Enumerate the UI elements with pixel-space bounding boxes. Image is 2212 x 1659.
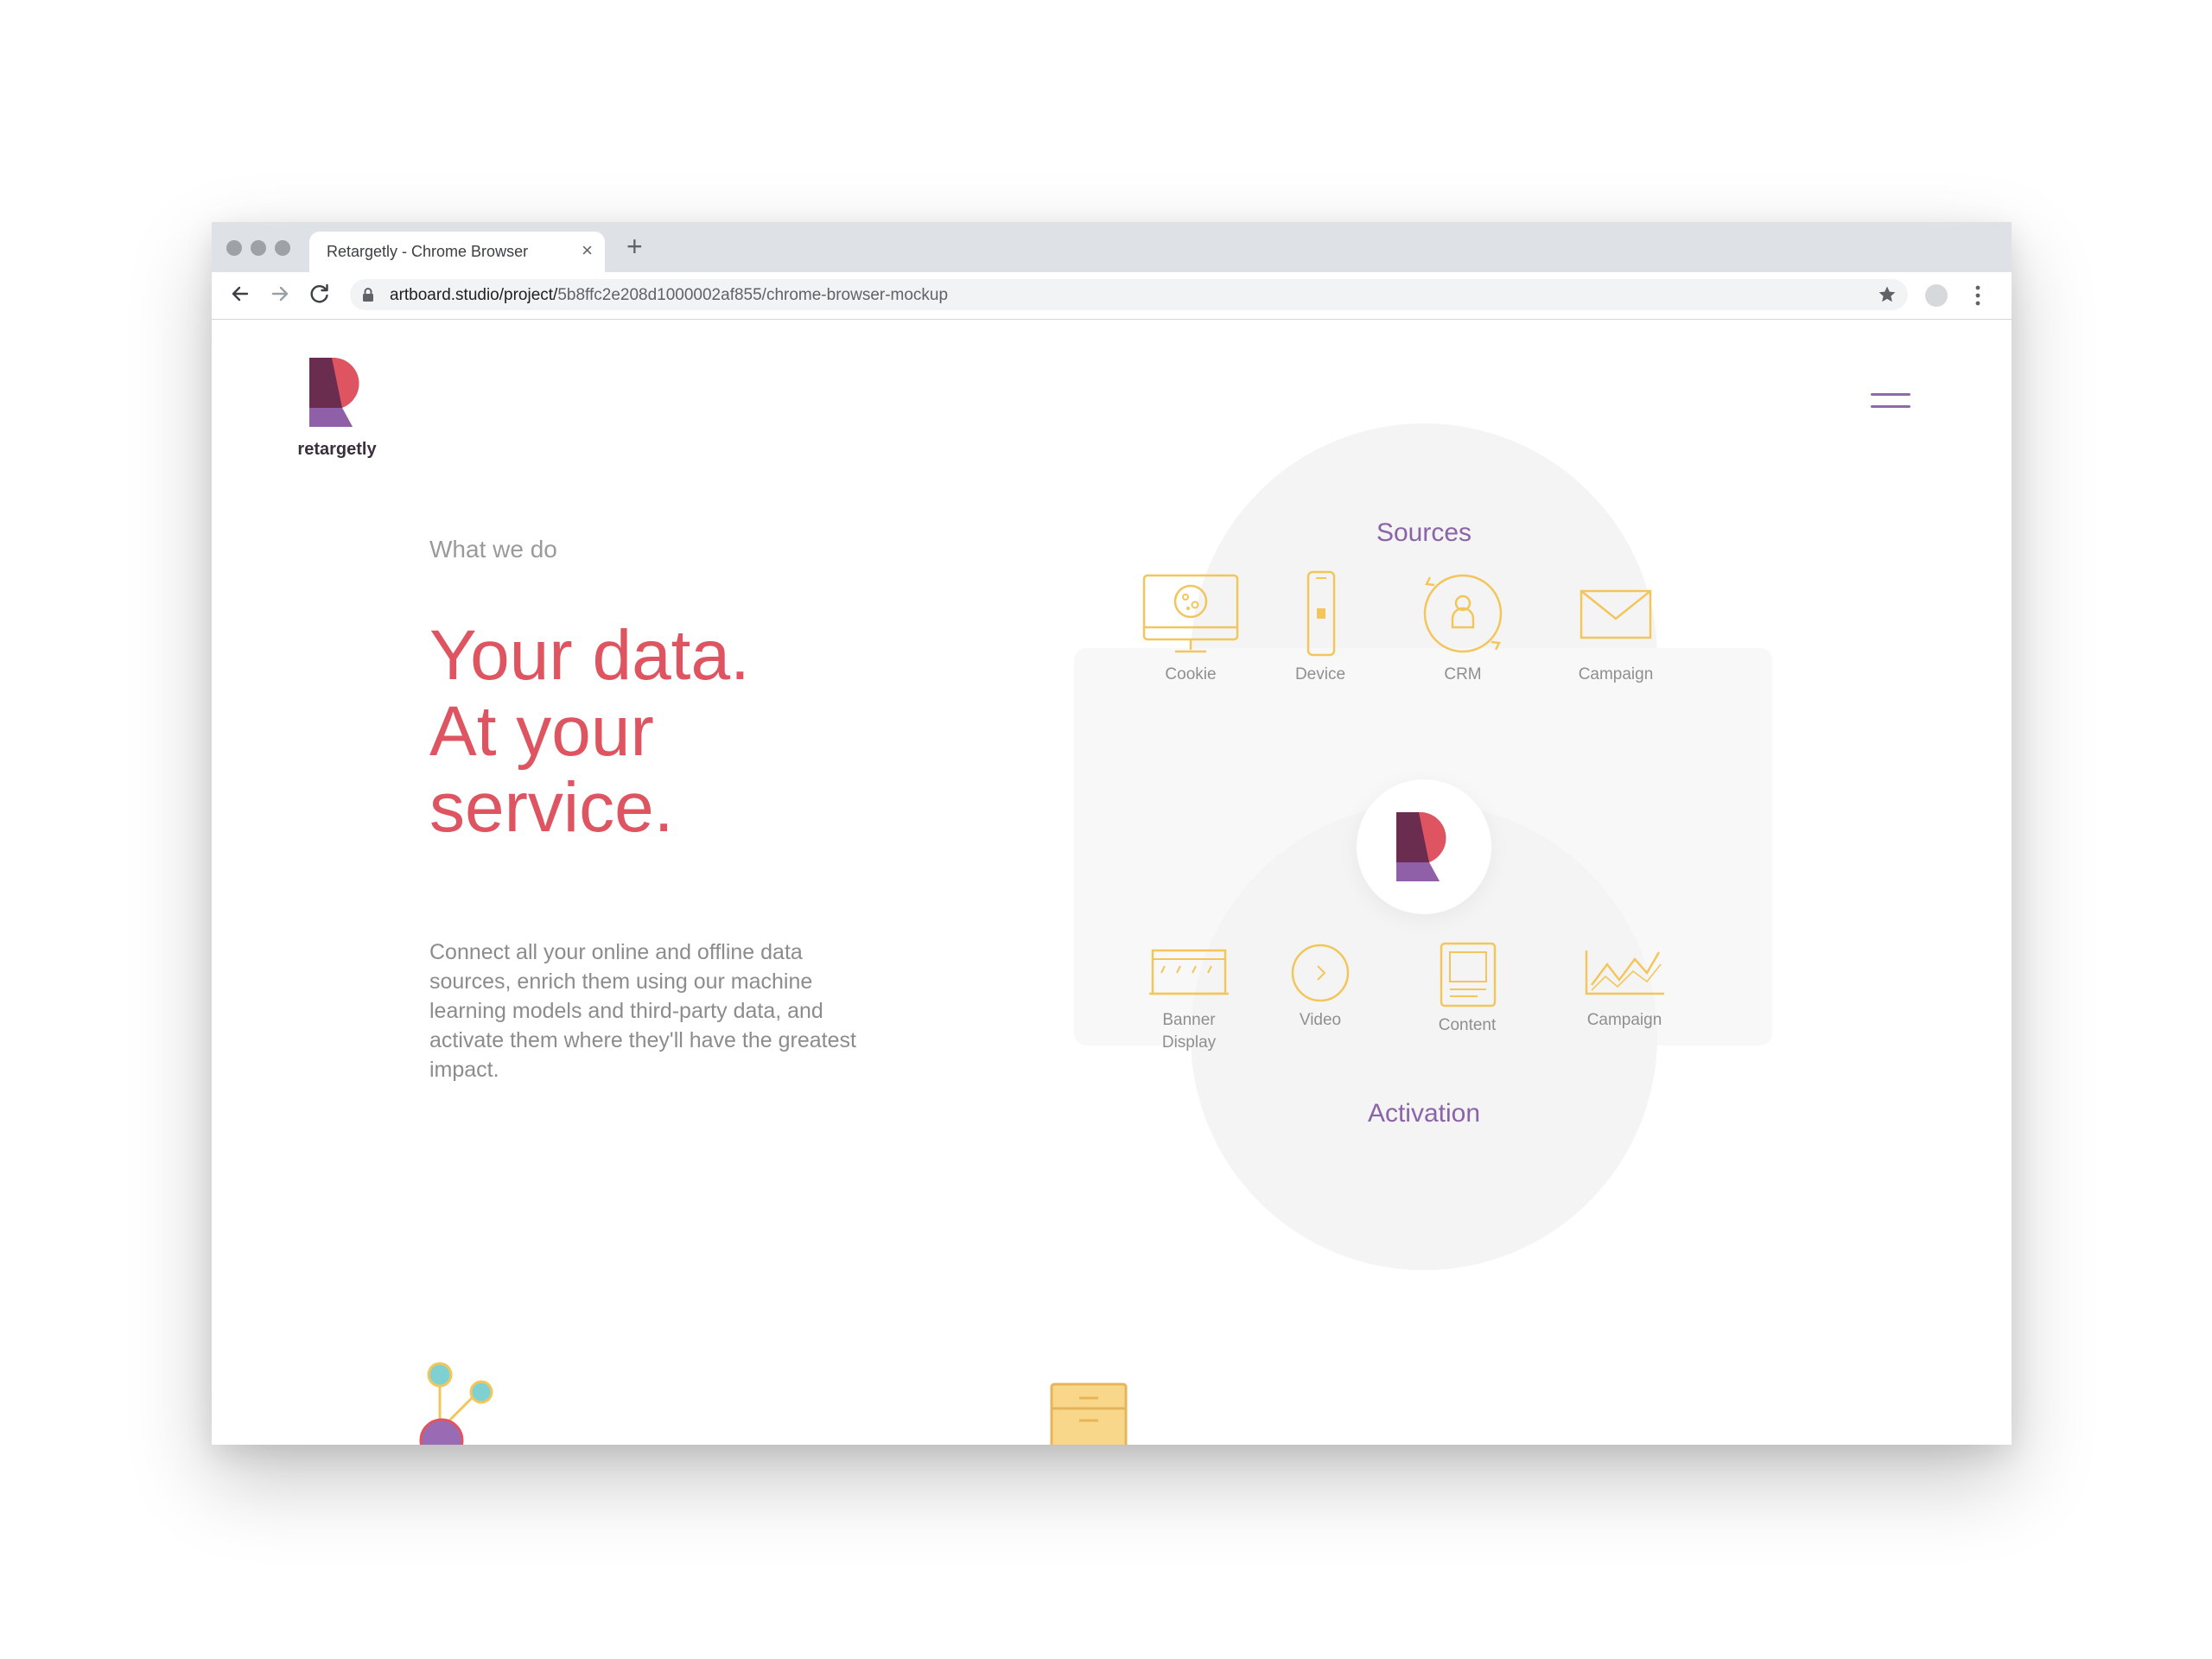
browser-menu-icon[interactable] [1974, 283, 1981, 308]
source-node-campaign[interactable]: Campaign [1551, 570, 1681, 686]
lock-icon [363, 288, 373, 302]
browser-window: Retargetly - Chrome Browser × + artboard… [212, 222, 2012, 1445]
url-text[interactable]: artboard.studio/project/5b8ffc2e208d1000… [390, 286, 948, 305]
source-node-crm[interactable]: CRM [1398, 570, 1528, 686]
source-node-device[interactable]: Device [1255, 570, 1385, 686]
node-label-line: Banner [1162, 1011, 1216, 1029]
minimize-window-button[interactable] [251, 240, 266, 256]
bookmark-star-icon[interactable] [1877, 284, 1897, 305]
retargetly-logo-icon [1396, 812, 1446, 881]
tab-title: Retargetly - Chrome Browser [327, 243, 529, 260]
headline-line: At your [429, 692, 654, 771]
content-tablet-icon [1440, 942, 1497, 1007]
headline-line: Your data. [429, 616, 750, 695]
node-label: CRM [1444, 665, 1482, 683]
activation-node-banner-display[interactable]: Banner Display [1124, 942, 1254, 1054]
hero-headline: Your data. At your service. [429, 618, 948, 846]
headline-line: service. [429, 768, 674, 847]
chart-line-icon [1585, 950, 1664, 995]
node-label: Device [1294, 665, 1346, 683]
source-node-cookie[interactable]: Cookie [1126, 570, 1255, 686]
url-path: 5b8ffc2e208d1000002af855/chrome-browser-… [557, 286, 949, 304]
browser-titlebar: Retargetly - Chrome Browser × + [212, 222, 2012, 272]
logo-wordmark: retargetly [297, 440, 377, 459]
profile-avatar-icon[interactable] [1925, 284, 1948, 307]
sources-title: Sources [1376, 518, 1472, 547]
node-label: Banner Display [1124, 1009, 1254, 1054]
node-label: Video [1299, 1011, 1342, 1029]
url-host: artboard.studio/project/ [390, 286, 558, 304]
tab-close-icon[interactable]: × [582, 241, 593, 260]
browser-toolbar: artboard.studio/project/5b8ffc2e208d1000… [212, 272, 2012, 320]
browser-tab[interactable]: Retargetly - Chrome Browser × [309, 232, 605, 272]
stage: Retargetly - Chrome Browser × + artboard… [0, 0, 2212, 1659]
node-label: Cookie [1165, 665, 1217, 683]
data-flow-diagram: Sources Cookie Device CRM Campaign Banne… [1058, 423, 1784, 1270]
monitor-cookie-icon [1142, 574, 1239, 653]
cabinet-illustration-icon [1050, 1382, 1128, 1445]
retargetly-logo-icon [309, 358, 359, 427]
activation-node-video[interactable]: Video [1255, 942, 1385, 1032]
hero-description: Connect all your online and offline data… [429, 940, 856, 1082]
molecule-illustration-icon [419, 1362, 493, 1445]
reload-icon[interactable] [307, 281, 333, 307]
play-circle-icon [1291, 944, 1350, 1002]
maximize-window-button[interactable] [275, 240, 290, 256]
page-viewport: retargetly What we do Your data. At your… [212, 320, 2012, 1445]
address-bar[interactable]: artboard.studio/project/5b8ffc2e208d1000… [350, 279, 1908, 310]
activation-node-content[interactable]: Content [1402, 942, 1532, 1037]
new-tab-button[interactable]: + [626, 232, 643, 260]
forward-arrow-icon[interactable] [267, 281, 293, 307]
banner-display-icon [1149, 949, 1229, 995]
node-label: Campaign [1586, 1011, 1662, 1029]
activation-title: Activation [1367, 1099, 1481, 1128]
envelope-icon [1580, 589, 1652, 639]
node-label: Campaign [1578, 665, 1654, 683]
smartphone-icon [1306, 570, 1336, 657]
node-label-line: Display [1161, 1033, 1217, 1052]
site-logo[interactable]: retargetly [289, 354, 385, 460]
section-eyebrow: What we do [429, 536, 557, 563]
crm-user-cycle-icon [1423, 574, 1503, 653]
node-label: Content [1438, 1016, 1497, 1034]
hamburger-menu-icon[interactable] [1871, 393, 1910, 414]
back-arrow-icon[interactable] [227, 281, 253, 307]
retargetly-hub [1357, 779, 1491, 914]
close-window-button[interactable] [226, 240, 242, 256]
activation-node-campaign[interactable]: Campaign [1560, 942, 1689, 1032]
